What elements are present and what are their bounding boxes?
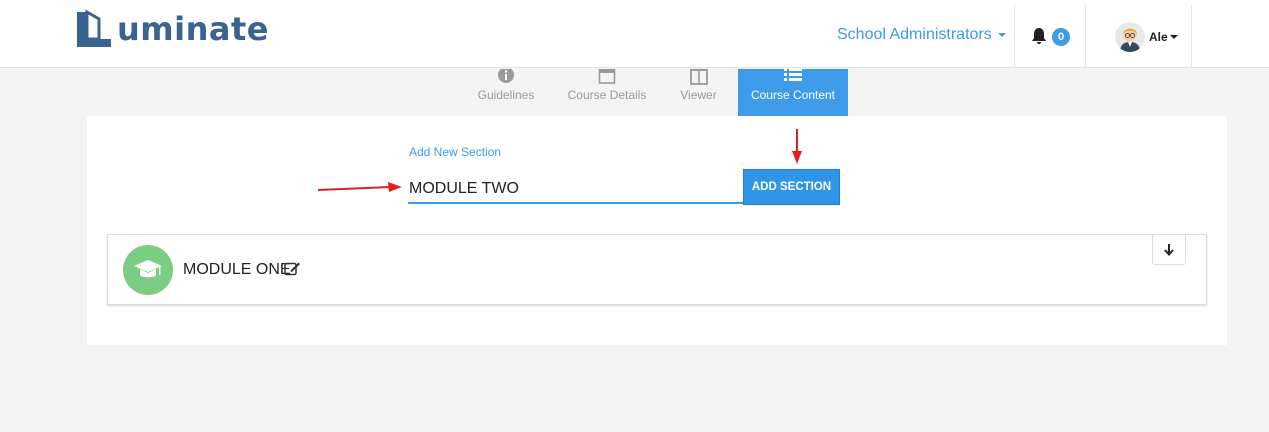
arrow-down-icon (1164, 243, 1174, 256)
tab-course-details[interactable]: Course Details (564, 69, 650, 116)
tab-label: Course Content (750, 88, 836, 102)
brand-name: uminate (117, 10, 269, 48)
graduation-cap-icon (134, 260, 162, 278)
luminate-logo[interactable]: uminate (75, 7, 269, 51)
role-label: School Administrators (837, 26, 992, 43)
add-section-label: Add New Section (409, 145, 502, 159)
role-dropdown[interactable]: School Administrators (837, 26, 1006, 44)
module-icon (123, 245, 173, 295)
logo-l-mark-icon (77, 9, 111, 47)
tab-label: Guidelines (477, 88, 535, 102)
edit-icon[interactable] (284, 261, 301, 276)
divider (1191, 5, 1192, 68)
tab-course-content[interactable]: Course Content (738, 69, 848, 116)
tab-label: Viewer (680, 88, 717, 102)
info-circle-icon (498, 69, 514, 83)
module-title: MODULE ONE (183, 261, 291, 278)
top-navbar: uminate School Administrators 0 Ale (0, 0, 1269, 68)
expand-module-button[interactable] (1152, 235, 1186, 265)
avatar (1115, 22, 1145, 52)
section-name-input[interactable] (408, 176, 743, 204)
chevron-down-icon (997, 33, 1006, 37)
calendar-icon (598, 69, 616, 84)
annotation-arrow-right-icon (318, 182, 402, 192)
tab-viewer[interactable]: Viewer (676, 69, 721, 116)
tab-guidelines[interactable]: Guidelines (474, 69, 538, 116)
user-name: Ale (1149, 30, 1168, 44)
chevron-down-icon (1169, 35, 1178, 39)
add-section-button[interactable]: ADD SECTION (743, 169, 840, 205)
user-menu[interactable]: Ale (1115, 22, 1178, 52)
list-icon (784, 69, 802, 81)
bell-icon[interactable] (1031, 27, 1047, 45)
notification-count-badge: 0 (1052, 28, 1070, 46)
columns-icon (689, 69, 708, 85)
module-card: MODULE ONE (107, 234, 1207, 305)
divider (1014, 5, 1015, 68)
divider (1085, 5, 1086, 68)
course-content-panel (87, 116, 1227, 345)
annotation-arrow-down-icon (792, 129, 802, 164)
tab-label: Course Details (567, 88, 647, 102)
